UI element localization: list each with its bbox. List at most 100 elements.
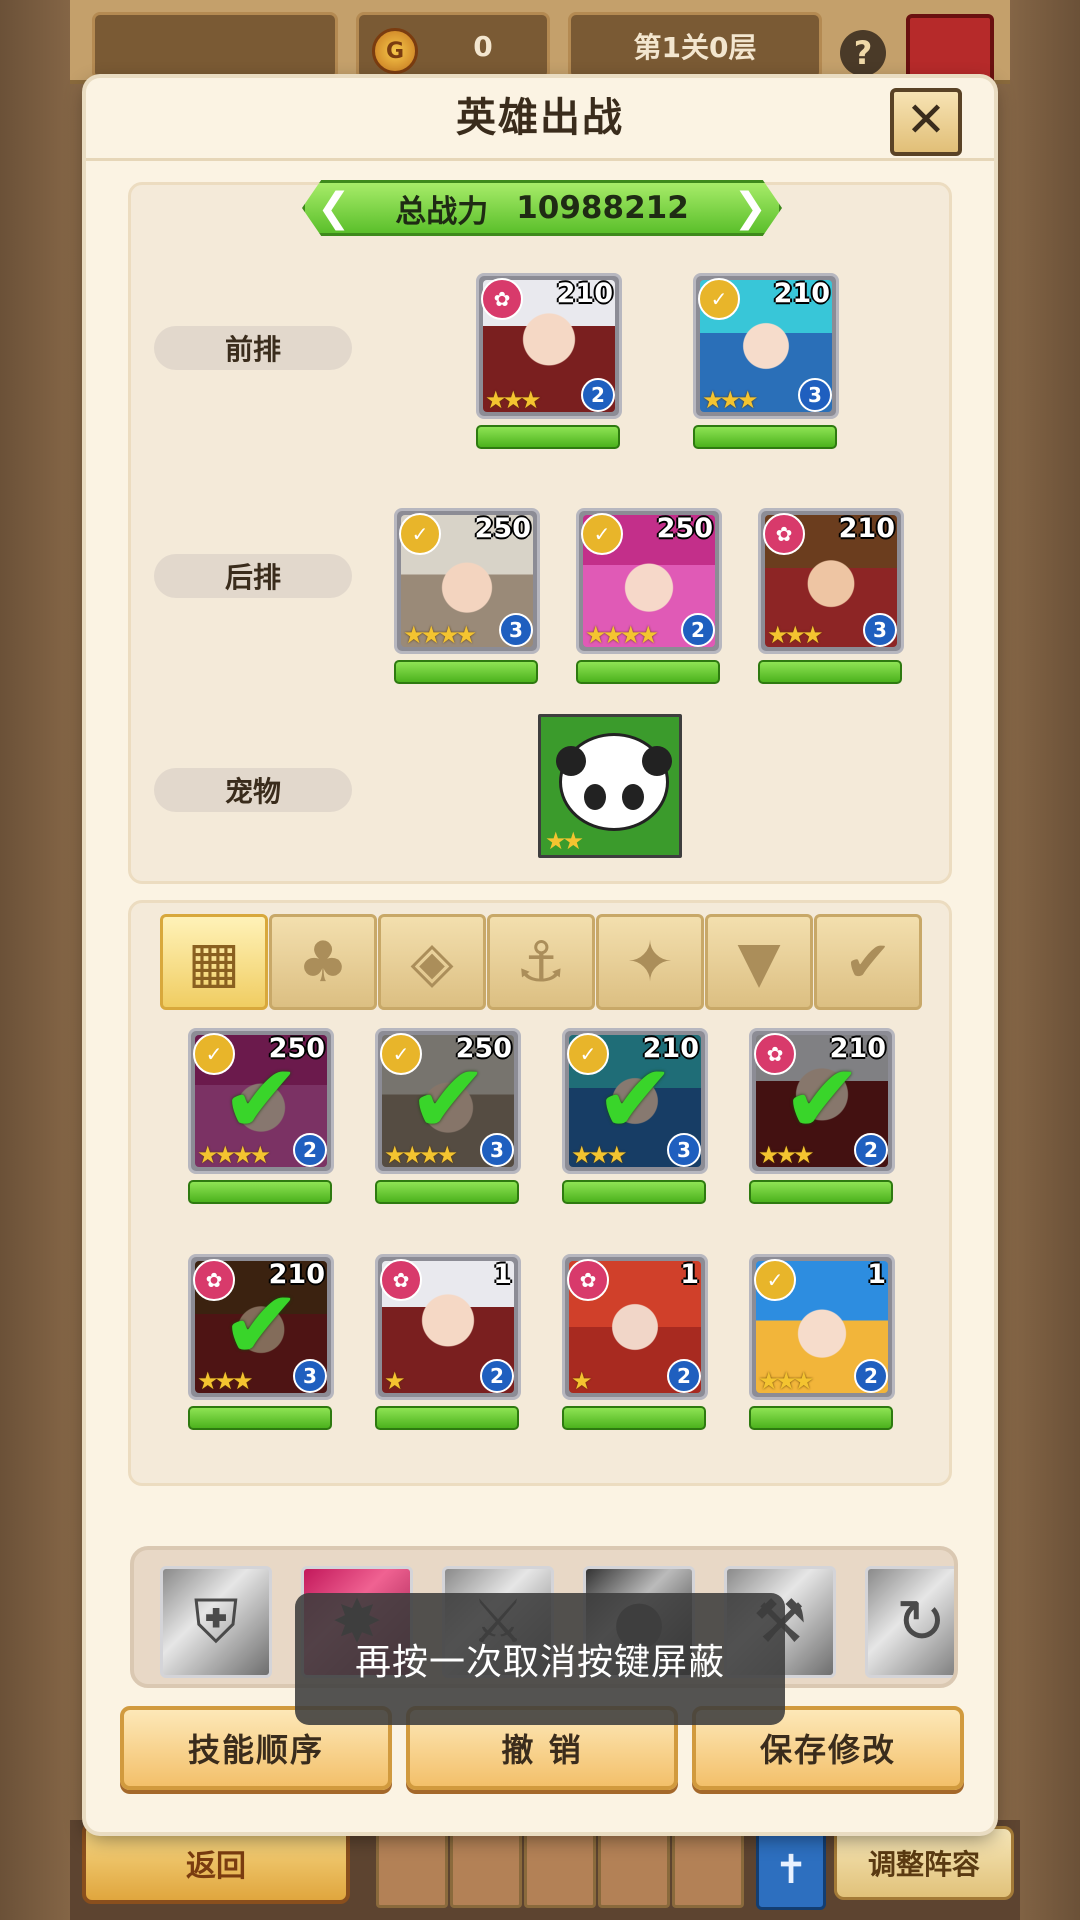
hero-hp-bar xyxy=(188,1406,332,1430)
hero-rank-badge: 2 xyxy=(667,1359,701,1393)
hero-level: 250 xyxy=(656,513,713,544)
cross-shield-icon[interactable]: ✝ xyxy=(756,1830,826,1910)
chevron-left-icon: ❮ xyxy=(317,185,351,231)
pet-label: 宠物 xyxy=(154,768,352,812)
hero-level: 210 xyxy=(556,278,613,309)
hero-rank-badge: 2 xyxy=(480,1359,514,1393)
stage-label: 第1关0层 xyxy=(568,12,822,80)
lotus-element-icon: ✿ xyxy=(567,1259,609,1301)
selected-check-icon: ✔ xyxy=(221,1043,302,1155)
filter-tab-class-3[interactable]: ⚓ xyxy=(487,914,595,1010)
back-hero-slot[interactable]: ✓ 250 ★★★★ 3 xyxy=(394,508,540,654)
dialog-header: 英雄出战 ✕ xyxy=(86,78,994,161)
gold-element-icon: ✓ xyxy=(698,278,740,320)
hero-hp-bar xyxy=(562,1406,706,1430)
filter-tab-class-1[interactable]: ♣ xyxy=(269,914,377,1010)
roster-hero-card[interactable]: ✿ 1 ★ 2 xyxy=(562,1254,708,1400)
roster-hero-card[interactable]: ✿ 210 ★★★ 3 ✔ xyxy=(188,1254,334,1400)
lotus-element-icon: ✿ xyxy=(481,278,523,320)
front-row-label: 前排 xyxy=(154,326,352,370)
dialog-title: 英雄出战 xyxy=(456,95,624,141)
hero-hp-bar xyxy=(188,1180,332,1204)
gold-element-icon: ✓ xyxy=(754,1259,796,1301)
hero-level: 1 xyxy=(867,1259,886,1290)
hero-stars: ★★★★ xyxy=(403,621,477,649)
panda-ear xyxy=(642,746,672,776)
roster-hero-card[interactable]: ✓ 1 ★★★ 2 xyxy=(749,1254,895,1400)
coin-count: 0 xyxy=(473,29,493,63)
gold-element-icon: ✓ xyxy=(399,513,441,555)
hero-stars: ★★★ xyxy=(702,386,759,414)
back-row-label: 后排 xyxy=(154,554,352,598)
hero-hp-bar xyxy=(749,1406,893,1430)
roster-hero-card[interactable]: ✿ 210 ★★★ 2 ✔ xyxy=(749,1028,895,1174)
hero-stars: ★ xyxy=(384,1367,405,1395)
chevron-right-icon: ❯ xyxy=(733,185,767,231)
hero-level: 250 xyxy=(474,513,531,544)
roster-hero-card[interactable]: ✓ 210 ★★★ 3 ✔ xyxy=(562,1028,708,1174)
hero-stars: ★★★ xyxy=(485,386,542,414)
selected-check-icon: ✔ xyxy=(782,1043,863,1155)
front-hero-slot[interactable]: ✓ 210 ★★★ 3 xyxy=(693,273,839,419)
hero-rank-badge: 2 xyxy=(681,613,715,647)
toast-message: 再按一次取消按键屏蔽 xyxy=(295,1593,785,1725)
front-hero-slot[interactable]: ✿ 210 ★★★ 2 xyxy=(476,273,622,419)
filter-tab-class-5[interactable]: ▼ xyxy=(705,914,813,1010)
roster-hero-card[interactable]: ✓ 250 ★★★★ 2 ✔ xyxy=(188,1028,334,1174)
hero-level: 210 xyxy=(773,278,830,309)
hero-deploy-dialog: 英雄出战 ✕ ❮ 总战力 10988212 ❯ 前排 后排 宠物 ★★ ⛨✸⚔●… xyxy=(86,78,994,1832)
filter-tab-class-6[interactable]: ✔ xyxy=(814,914,922,1010)
back-hero-slot[interactable]: ✿ 210 ★★★ 3 xyxy=(758,508,904,654)
hero-rank-badge: 2 xyxy=(581,378,615,412)
roster-hero-card[interactable]: ✿ 1 ★ 2 xyxy=(375,1254,521,1400)
coin-icon: G xyxy=(372,28,418,74)
hero-hp-bar xyxy=(562,1180,706,1204)
hero-level: 1 xyxy=(493,1259,512,1290)
hero-hp-bar xyxy=(394,660,538,684)
lotus-element-icon: ✿ xyxy=(763,513,805,555)
filter-tab-class-2[interactable]: ◈ xyxy=(378,914,486,1010)
total-power-banner: ❮ 总战力 10988212 ❯ xyxy=(302,180,782,236)
hero-hp-bar xyxy=(375,1406,519,1430)
swirl-skill-icon[interactable]: ↻ xyxy=(865,1566,954,1678)
pet-stars: ★★ xyxy=(545,827,584,855)
selected-check-icon: ✔ xyxy=(408,1043,489,1155)
panda-eye xyxy=(622,784,644,810)
hero-rank-badge: 2 xyxy=(854,1359,888,1393)
hero-hp-bar xyxy=(749,1180,893,1204)
lotus-element-icon: ✿ xyxy=(380,1259,422,1301)
panda-ear xyxy=(556,746,586,776)
back-hero-slot[interactable]: ✓ 250 ★★★★ 2 xyxy=(576,508,722,654)
player-info-box xyxy=(92,12,338,80)
hero-level: 1 xyxy=(680,1259,699,1290)
hero-rank-badge: 3 xyxy=(499,613,533,647)
team-mini-portrait xyxy=(598,1832,670,1908)
team-mini-portrait xyxy=(524,1832,596,1908)
team-mini-portrait xyxy=(672,1832,744,1908)
filter-tab-all[interactable]: ▦ xyxy=(160,914,268,1010)
hero-level: 210 xyxy=(838,513,895,544)
hero-stars: ★ xyxy=(571,1367,592,1395)
shield-skill-icon[interactable]: ⛨ xyxy=(160,1566,272,1678)
hero-rank-badge: 3 xyxy=(798,378,832,412)
hero-stars: ★★★★ xyxy=(585,621,659,649)
hero-stars: ★★★ xyxy=(758,1367,815,1395)
close-button[interactable]: ✕ xyxy=(890,88,962,156)
return-button[interactable]: 返回 xyxy=(82,1822,350,1904)
power-label: 总战力 xyxy=(395,193,489,230)
hero-stars: ★★★ xyxy=(767,621,824,649)
filter-tab-class-4[interactable]: ✦ xyxy=(596,914,704,1010)
team-mini-portrait xyxy=(450,1832,522,1908)
adjust-lineup-button[interactable]: 调整阵容 xyxy=(834,1826,1014,1900)
hero-hp-bar xyxy=(758,660,902,684)
help-button[interactable]: ? xyxy=(840,30,886,76)
hero-hp-bar xyxy=(693,425,837,449)
hero-hp-bar xyxy=(375,1180,519,1204)
pet-slot-panda[interactable]: ★★ xyxy=(538,714,682,858)
hero-hp-bar xyxy=(476,425,620,449)
roster-hero-card[interactable]: ✓ 250 ★★★★ 3 ✔ xyxy=(375,1028,521,1174)
gold-element-icon: ✓ xyxy=(581,513,623,555)
panda-icon xyxy=(556,733,672,831)
team-mini-portrait xyxy=(376,1832,448,1908)
hero-rank-badge: 3 xyxy=(863,613,897,647)
